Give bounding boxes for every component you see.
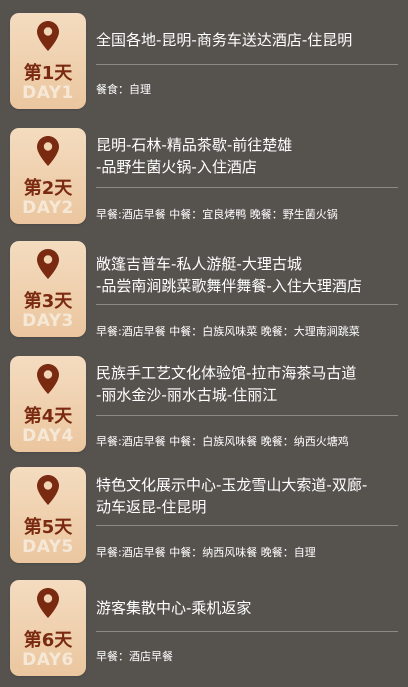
location-pin-icon (37, 588, 59, 618)
day-route: 特色文化展示中心-玉龙雪山大索道-双廊- 动车返昆-住昆明 (96, 474, 400, 518)
divider (96, 525, 398, 526)
divider (96, 631, 398, 632)
route-line: 动车返昆-住昆明 (96, 498, 207, 516)
day-route: 游客集散中心-乘机返家 (96, 597, 400, 619)
route-line: 游客集散中心-乘机返家 (96, 599, 252, 617)
location-pin-icon (37, 249, 59, 279)
route-line: 全国各地-昆明-商务车送达酒店-住昆明 (96, 31, 353, 49)
day-number: 第1天 (23, 63, 73, 84)
day-meals: 早餐:酒店早餐 中餐：白族风味餐 晚餐：纳西火塘鸡 (96, 435, 349, 448)
day-number: 第4天 (23, 406, 73, 427)
day-number: 第6天 (23, 630, 73, 651)
route-line: 民族手工艺文化体验馆-拉市海茶马古道 (96, 364, 357, 382)
day-badge: 第1天 DAY1 (10, 13, 86, 109)
location-pin-icon (37, 364, 59, 394)
day-badge: 第6天 DAY6 (10, 580, 86, 676)
divider (96, 304, 398, 305)
day-number: 第2天 (23, 178, 73, 199)
route-line: 特色文化展示中心-玉龙雪山大索道-双廊- (96, 476, 368, 494)
divider (96, 187, 398, 188)
day-label: DAY2 (22, 198, 74, 218)
route-line: 敞篷吉普车-私人游艇-大理古城 (96, 255, 302, 273)
divider (96, 415, 398, 416)
location-pin-icon (37, 21, 59, 51)
day-meals: 早餐:酒店早餐 中餐：宜良烤鸭 晚餐：野生菌火锅 (96, 208, 338, 221)
route-line: 昆明-石林-精品茶歇-前往楚雄 (96, 136, 293, 154)
day-label: DAY3 (22, 311, 74, 331)
day-badge: 第5天 DAY5 (10, 467, 86, 563)
day-number: 第3天 (23, 291, 73, 312)
day-badge: 第3天 DAY3 (10, 241, 86, 337)
day-number: 第5天 (23, 517, 73, 538)
route-line: -品野生菌火锅-入住酒店 (96, 158, 257, 176)
route-line: -品尝南涧跳菜歌舞伴舞餐-入住大理酒店 (96, 277, 362, 295)
day-meals: 早餐:酒店早餐 中餐：纳西风味餐 晚餐：自理 (96, 546, 316, 559)
day-label: DAY1 (22, 83, 74, 103)
day-route: 全国各地-昆明-商务车送达酒店-住昆明 (96, 29, 400, 51)
divider (96, 64, 398, 65)
day-label: DAY4 (22, 426, 74, 446)
day-route: 民族手工艺文化体验馆-拉市海茶马古道 -丽水金沙-丽水古城-住丽江 (96, 362, 400, 406)
location-pin-icon (37, 475, 59, 505)
location-pin-icon (37, 136, 59, 166)
day-badge: 第4天 DAY4 (10, 356, 86, 452)
day-meals: 餐食：自理 (96, 83, 151, 96)
day-label: DAY6 (22, 650, 74, 670)
day-badge: 第2天 DAY2 (10, 128, 86, 224)
day-meals: 早餐：酒店早餐 (96, 650, 173, 663)
day-meals: 早餐:酒店早餐 中餐：白族风味菜 晚餐：大理南涧跳菜 (96, 325, 360, 338)
day-route: 昆明-石林-精品茶歇-前往楚雄 -品野生菌火锅-入住酒店 (96, 134, 400, 178)
day-route: 敞篷吉普车-私人游艇-大理古城 -品尝南涧跳菜歌舞伴舞餐-入住大理酒店 (96, 253, 400, 297)
day-label: DAY5 (22, 537, 74, 557)
route-line: -丽水金沙-丽水古城-住丽江 (96, 386, 278, 404)
